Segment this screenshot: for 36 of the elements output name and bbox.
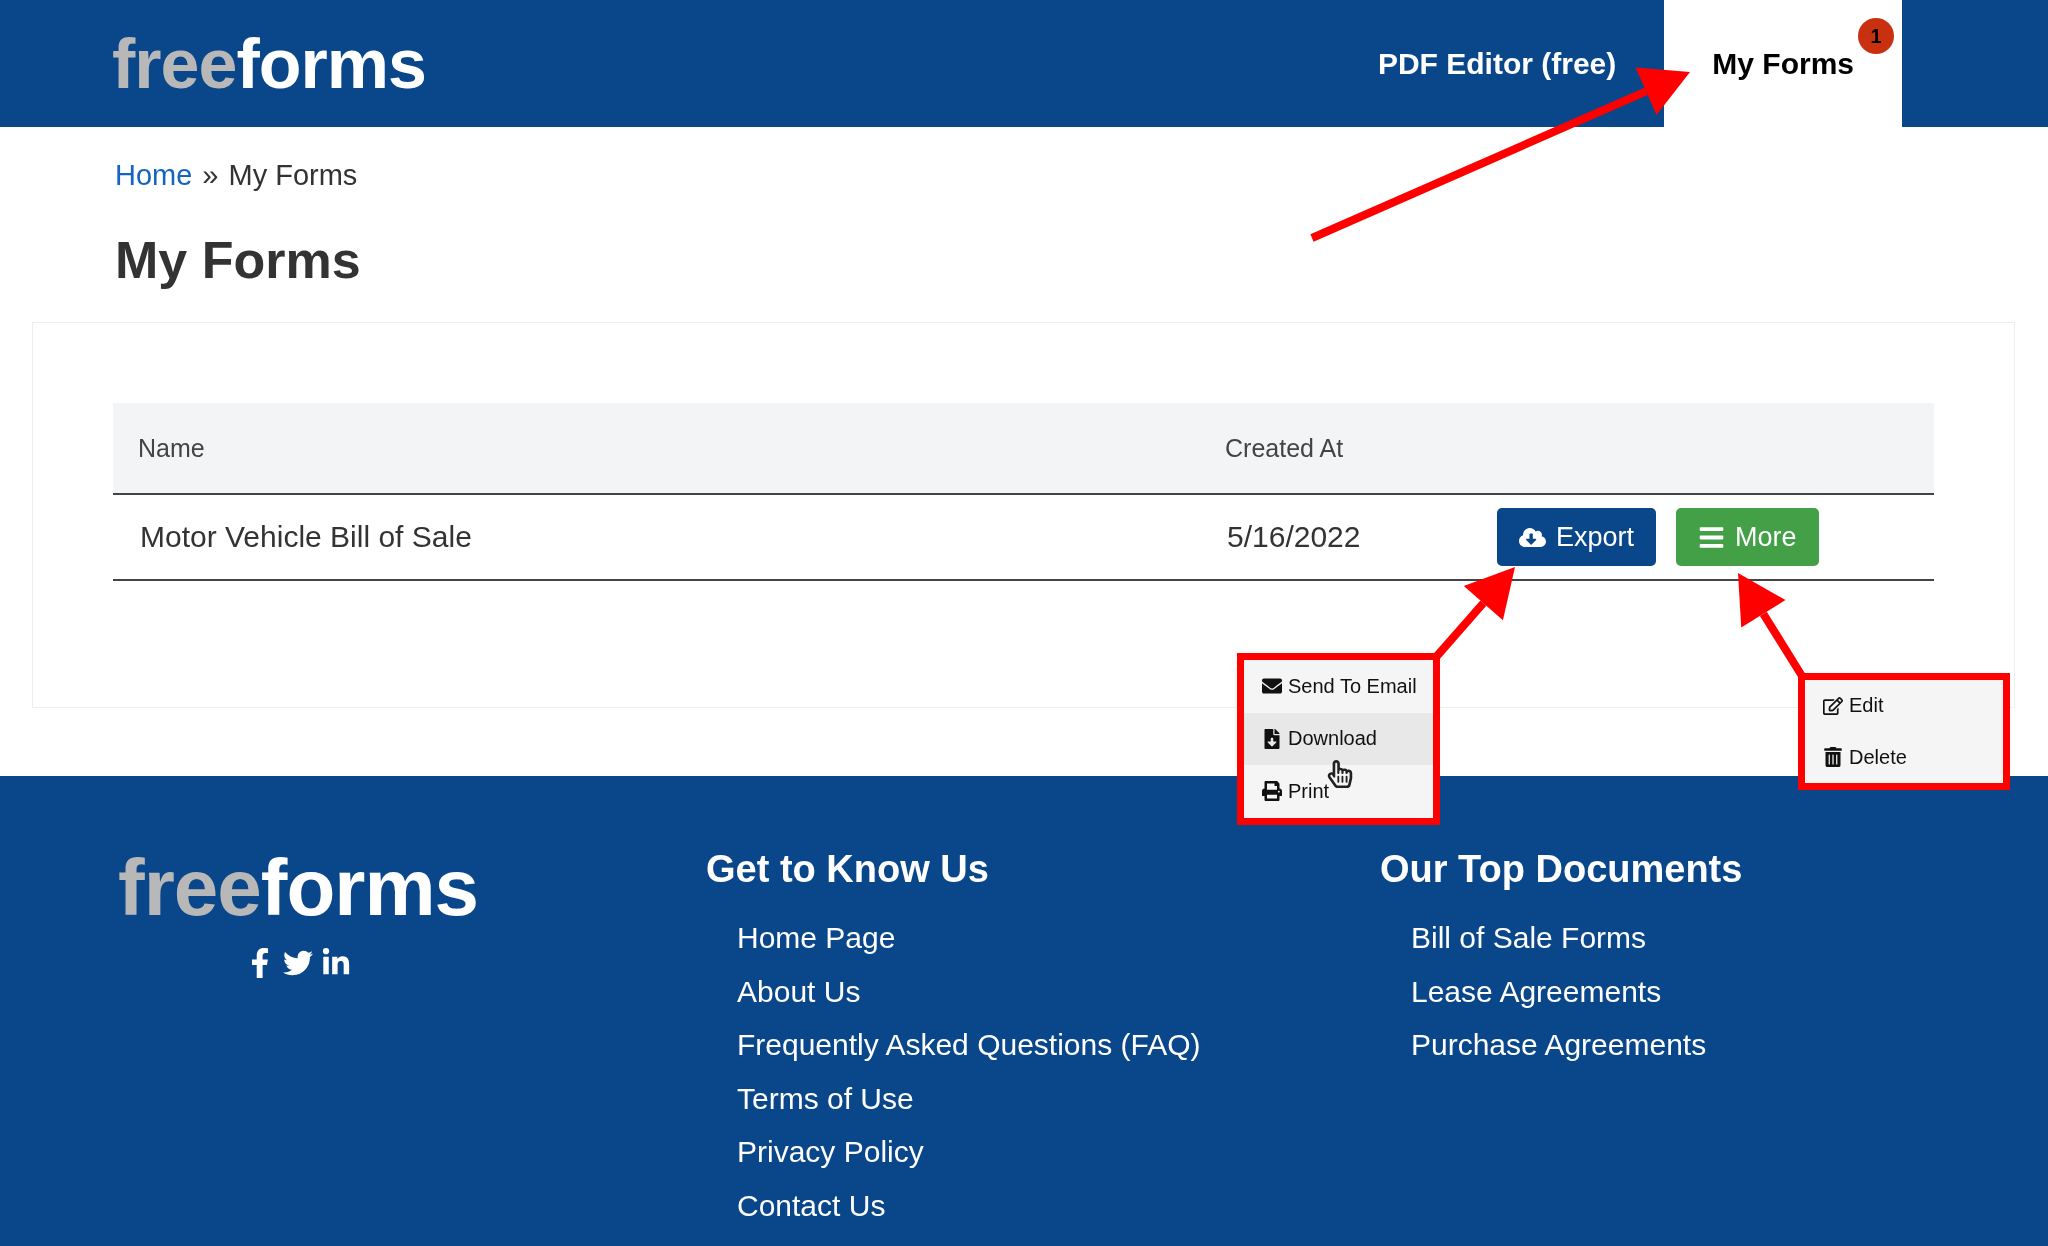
nav-link[interactable]: My Forms 1 bbox=[1664, 0, 1902, 127]
footer-heading: Our Top Documents bbox=[1380, 848, 1744, 891]
footer-heading: Get to Know Us bbox=[706, 848, 990, 891]
menu-item[interactable]: Delete bbox=[1805, 731, 2003, 783]
twitter-icon[interactable] bbox=[283, 948, 313, 978]
footer-link[interactable]: Contact Us bbox=[737, 1178, 1380, 1232]
envelope-icon bbox=[1262, 676, 1282, 697]
trash-icon bbox=[1823, 747, 1843, 768]
breadcrumb-link[interactable]: Home bbox=[115, 159, 193, 192]
menu-item[interactable]: Send To Email bbox=[1244, 660, 1433, 713]
breadcrumb-current: My Forms bbox=[228, 159, 358, 192]
nav-link[interactable]: PDF Editor (free) bbox=[1329, 0, 1665, 127]
column-header: Created At bbox=[1200, 403, 1470, 495]
footer-link[interactable]: Terms of Use bbox=[737, 1071, 1380, 1125]
notification-badge: 1 bbox=[1858, 18, 1894, 54]
breadcrumb-separator: » bbox=[202, 159, 219, 192]
footer-link[interactable]: Lease Agreements bbox=[1411, 964, 2048, 1018]
footer-link[interactable]: Frequently Asked Questions (FAQ) bbox=[737, 1018, 1380, 1072]
edit-icon bbox=[1823, 695, 1843, 716]
printer-icon bbox=[1262, 781, 1282, 802]
column-header: Name bbox=[113, 403, 1200, 495]
menu-item[interactable]: Download bbox=[1244, 712, 1433, 766]
table-cell: Motor Vehicle Bill of Sale bbox=[113, 495, 1200, 581]
footer-link[interactable]: Home Page bbox=[737, 911, 1380, 965]
menu-item[interactable]: Print bbox=[1244, 765, 1433, 818]
footer-link[interactable]: Bill of Sale Forms bbox=[1411, 911, 2048, 965]
footer-link[interactable]: Privacy Policy bbox=[737, 1125, 1380, 1179]
export-button[interactable]: Export bbox=[1497, 508, 1657, 566]
page-title: My Forms bbox=[115, 230, 362, 290]
file-download-icon bbox=[1262, 728, 1282, 749]
footer-logo[interactable]: freeforms bbox=[118, 848, 478, 928]
menu-item[interactable]: Edit bbox=[1805, 680, 2003, 732]
table-cell: 5/16/2022 bbox=[1200, 495, 1470, 581]
site-logo[interactable]: freeforms bbox=[112, 0, 426, 127]
footer-link[interactable]: About Us bbox=[737, 964, 1380, 1018]
footer-link[interactable]: Purchase Agreements bbox=[1411, 1018, 2048, 1072]
